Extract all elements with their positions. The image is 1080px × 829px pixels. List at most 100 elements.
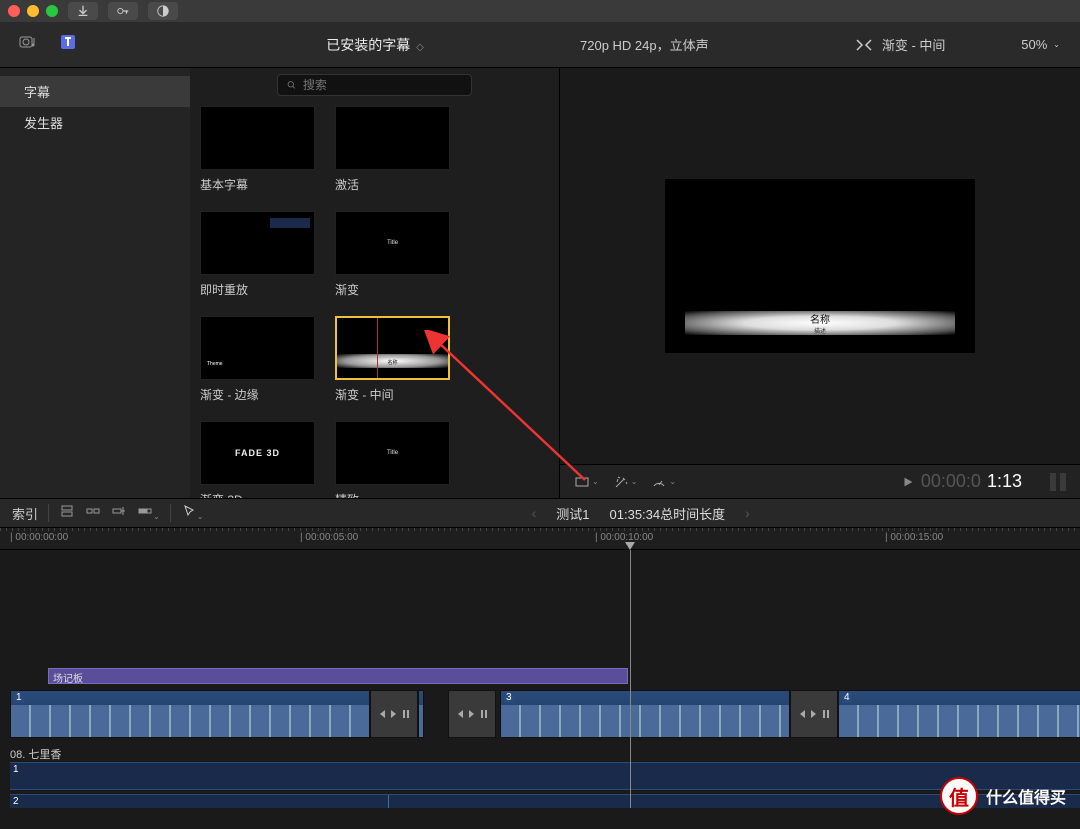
- download-icon: [76, 4, 90, 18]
- title-preset-activate[interactable]: 激活: [335, 106, 450, 193]
- pause-icon: [821, 709, 831, 719]
- project-name-label: 测试1: [556, 504, 589, 523]
- audio-marker: [388, 795, 389, 808]
- ruler-tick: | 00:00:00:00: [10, 532, 68, 543]
- viewer-spec-label: 720p HD 24p，立体声: [580, 35, 780, 54]
- thumbnail-image: [200, 106, 315, 170]
- slate-clip[interactable]: 场记板: [48, 668, 628, 684]
- separator: [48, 504, 49, 522]
- transform-tool[interactable]: ⌄: [613, 474, 638, 490]
- video-clip[interactable]: 1: [10, 690, 370, 738]
- viewer-zoom-dropdown[interactable]: 50% ⌄: [1021, 37, 1060, 52]
- video-clip[interactable]: 4: [838, 690, 1080, 738]
- browser-sidebar: 字幕发生器: [0, 68, 190, 498]
- transition-clip[interactable]: [448, 690, 496, 738]
- clip-number: 1: [13, 764, 19, 775]
- play-button[interactable]: [901, 475, 915, 489]
- timeline-ruler[interactable]: | 00:00:00:00| 00:00:05:00| 00:00:10:00|…: [0, 528, 1080, 550]
- video-clip[interactable]: 2: [418, 690, 424, 738]
- browser-mode-dropdown[interactable]: 已安装的字幕 ◇: [190, 35, 560, 55]
- select-tool-dropdown[interactable]: ⌄: [181, 503, 204, 524]
- minimize-window-button[interactable]: [27, 5, 39, 17]
- rectangle-icon: [574, 474, 590, 490]
- thumbnail-label: 精致: [335, 491, 450, 498]
- thumbnail-label: 渐变 3D: [200, 491, 315, 498]
- chevron-down-icon: ⌄: [1053, 40, 1060, 49]
- viewer-panel: 名称 描述 ⌄ ⌄ ⌄ 00:00:01:13: [560, 68, 1080, 498]
- timeline-index-button[interactable]: 索引: [12, 504, 38, 523]
- window-titlebar: [0, 0, 1080, 22]
- transition-clip[interactable]: [790, 690, 838, 738]
- retime-tool[interactable]: ⌄: [651, 474, 676, 490]
- next-icon: [467, 709, 477, 719]
- sidebar-item-label: 字幕: [24, 82, 50, 101]
- thumbnail-label: 即时重放: [200, 281, 315, 298]
- import-button[interactable]: [68, 2, 98, 20]
- viewer-control-bar: ⌄ ⌄ ⌄ 00:00:01:13: [560, 464, 1080, 498]
- photos-browser-button[interactable]: [18, 32, 38, 57]
- transition-clip[interactable]: [370, 690, 418, 738]
- title-preset-fade3d[interactable]: FADE 3D渐变 3D: [200, 421, 315, 498]
- insert-clip-button[interactable]: [85, 503, 101, 524]
- next-icon: [809, 709, 819, 719]
- sidebar-item-字幕[interactable]: 字幕: [0, 76, 190, 107]
- watermark-text: 什么值得买: [986, 784, 1066, 808]
- viewer-title-label: 渐变 - 中间: [882, 35, 946, 54]
- titles-browser: 基本字幕激活即时重放 Title渐变渐变 - 边缘名称渐变 - 中间 FADE 3D…: [190, 68, 560, 498]
- timeline-prev-button[interactable]: ‹: [532, 505, 537, 521]
- project-duration-label: 01:35:34总时间长度: [610, 504, 726, 523]
- titles-browser-button[interactable]: [58, 32, 78, 57]
- viewer-display-options[interactable]: ⌄: [574, 474, 599, 490]
- timeline-toolbar: 索引 ⌄ ⌄ ‹ 测试1 01:35:34总时间长度 ›: [0, 498, 1080, 528]
- viewer-title-wrap: 渐变 - 中间: [780, 35, 1021, 54]
- audio-clip-1[interactable]: 1: [10, 762, 1080, 790]
- fit-icon: [856, 39, 872, 51]
- main-row: 字幕发生器 基本字幕激活即时重放 Title渐变渐变 - 边缘名称渐变 - 中间 F…: [0, 68, 1080, 498]
- sidebar-item-发生器[interactable]: 发生器: [0, 107, 190, 138]
- prev-icon: [797, 709, 807, 719]
- insert-icon: [85, 503, 101, 519]
- browser-mode-label: 已安装的字幕: [326, 37, 410, 53]
- search-row: [190, 68, 559, 102]
- keyword-button[interactable]: [108, 2, 138, 20]
- title-preset-edge[interactable]: 渐变 - 边缘: [200, 316, 315, 403]
- ruler-tick: | 00:00:15:00: [885, 532, 943, 543]
- search-box[interactable]: [277, 74, 472, 96]
- overwrite-clip-button[interactable]: ⌄: [137, 503, 160, 524]
- title-preset-gradient[interactable]: Title渐变: [335, 211, 450, 298]
- timecode-display: 00:00:01:13: [901, 471, 1022, 492]
- overwrite-icon: [137, 503, 153, 519]
- title-preset-fine[interactable]: Title精致: [335, 421, 450, 498]
- title-preset-basic[interactable]: 基本字幕: [200, 106, 315, 193]
- append-clip-button[interactable]: [111, 503, 127, 524]
- title-preset-middle[interactable]: 名称渐变 - 中间: [335, 316, 450, 403]
- lower-third-preview: 名称 描述: [685, 311, 955, 335]
- preview-canvas[interactable]: 名称 描述: [665, 179, 975, 353]
- search-input[interactable]: [303, 78, 463, 92]
- fullscreen-window-button[interactable]: [46, 5, 58, 17]
- pause-icon: [401, 709, 411, 719]
- clip-number: 1: [14, 692, 24, 703]
- thumbnail-image: [200, 316, 315, 380]
- playhead[interactable]: [630, 550, 631, 808]
- timeline-body[interactable]: 场记板 1 2 34 08. 七里香 1 2: [0, 550, 1080, 808]
- thumbnail-image: [200, 211, 315, 275]
- background-tasks-button[interactable]: [148, 2, 178, 20]
- lower-third-name: 名称: [810, 311, 830, 326]
- close-window-button[interactable]: [8, 5, 20, 17]
- viewer-header: 720p HD 24p，立体声 渐变 - 中间 50% ⌄: [560, 35, 1080, 54]
- audio-track-label: 08. 七里香: [10, 746, 61, 762]
- connect-clip-button[interactable]: [59, 503, 75, 524]
- watermark: 值 什么值得买: [940, 777, 1066, 815]
- separator: [170, 504, 171, 522]
- wand-icon: [613, 474, 629, 490]
- timeline-next-button[interactable]: ›: [745, 505, 750, 521]
- browser-tabs: [0, 32, 190, 57]
- title-preset-replay[interactable]: 即时重放: [200, 211, 315, 298]
- video-clip[interactable]: 3: [500, 690, 790, 738]
- audio-clip-2[interactable]: 2: [10, 794, 1080, 808]
- ruler-tick: | 00:00:05:00: [300, 532, 358, 543]
- append-icon: [111, 503, 127, 519]
- pointer-icon: [181, 503, 197, 519]
- prev-icon: [455, 709, 465, 719]
